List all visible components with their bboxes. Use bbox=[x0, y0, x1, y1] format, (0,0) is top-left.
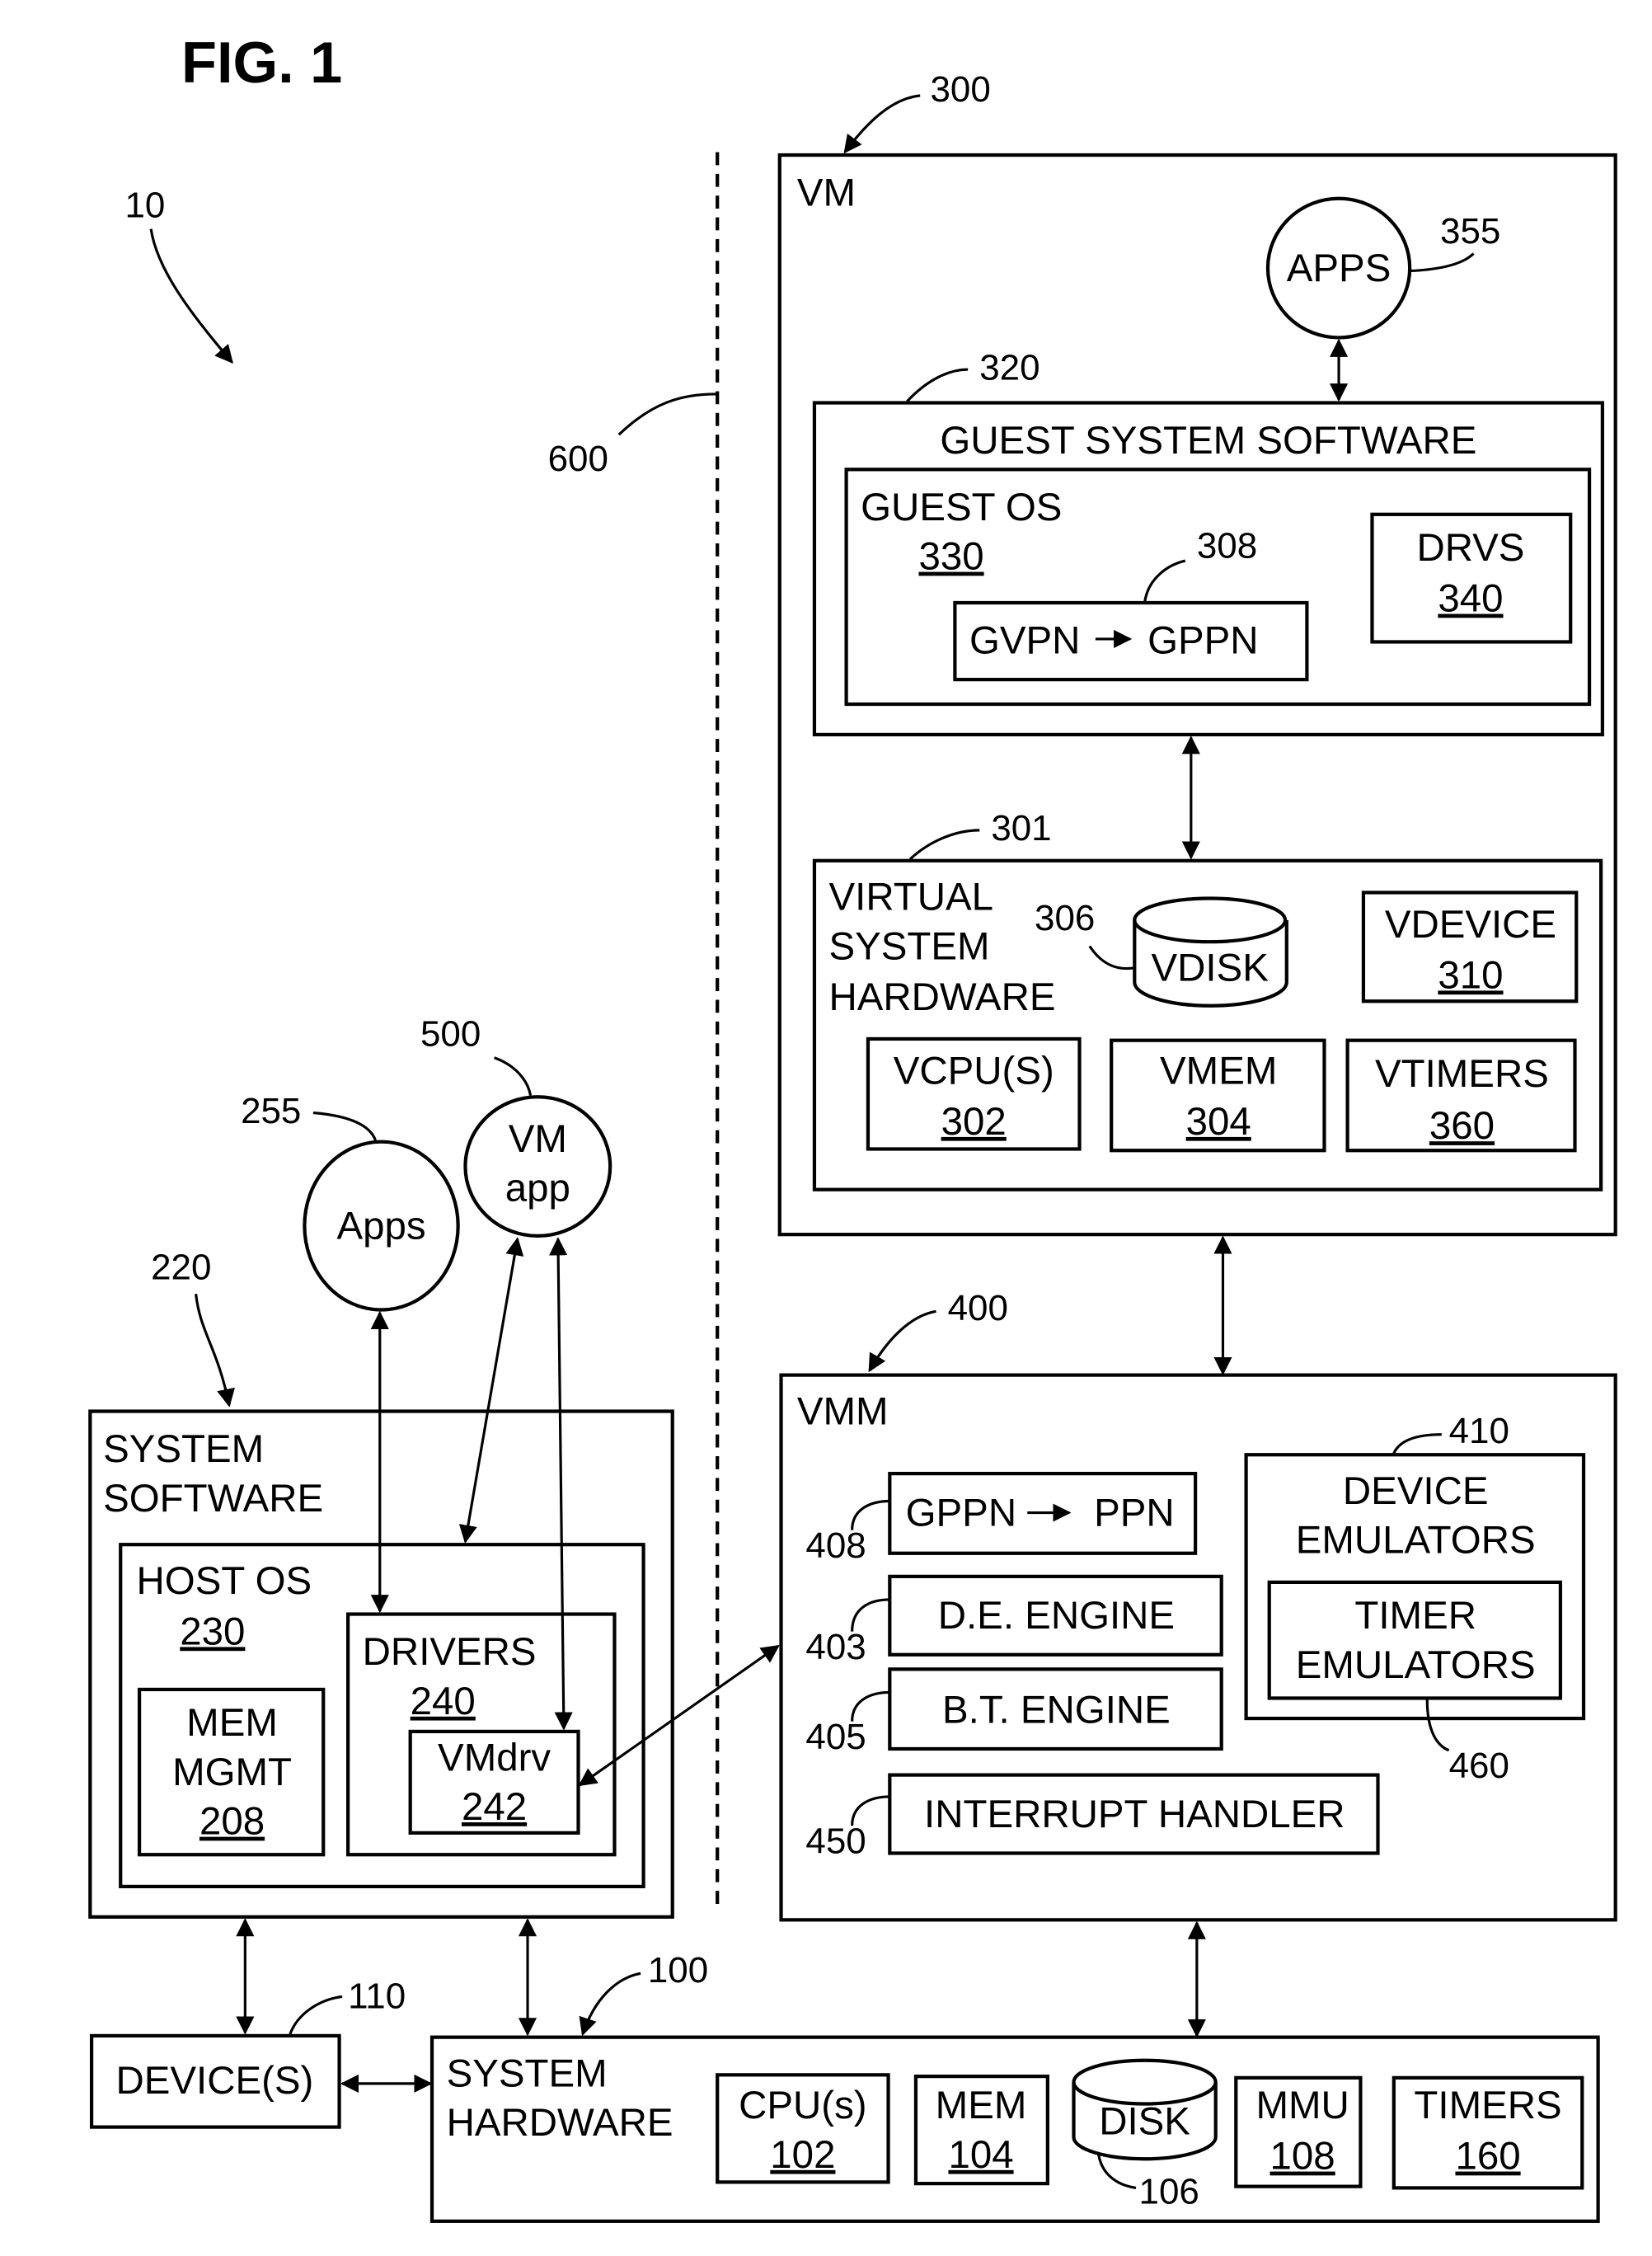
guest-apps-leader bbox=[1410, 252, 1475, 273]
drivers-num: 240 bbox=[411, 1680, 476, 1723]
host-apps-ref: 255 bbox=[241, 1091, 301, 1131]
guest-apps-ref: 355 bbox=[1440, 211, 1500, 251]
system-software-ref: 220 bbox=[151, 1248, 211, 1288]
timers-label: TIMERS bbox=[1414, 2084, 1561, 2127]
host-apps-label: Apps bbox=[336, 1204, 425, 1248]
drvs-label: DRVS bbox=[1416, 526, 1524, 570]
disk-label: DISK bbox=[1099, 2099, 1190, 2143]
timer-emulators-leader bbox=[1425, 1699, 1450, 1752]
hardware-ref: 100 bbox=[648, 1950, 708, 1990]
mmu-label: MMU bbox=[1255, 2084, 1349, 2127]
mem-label: MEM bbox=[936, 2084, 1027, 2127]
vtimers-label: VTIMERS bbox=[1375, 1052, 1549, 1096]
vm-label: VM bbox=[797, 172, 856, 215]
guest-os-label: GUEST OS bbox=[861, 486, 1062, 529]
interrupt-handler-label: INTERRUPT HANDLER bbox=[924, 1793, 1345, 1836]
vmm-gppn-label: GPPN bbox=[906, 1491, 1016, 1535]
vcpu-num: 302 bbox=[941, 1100, 1007, 1144]
vhw-label-2: SYSTEM bbox=[829, 924, 990, 968]
vdisk-ref: 306 bbox=[1035, 898, 1095, 938]
gss-ref: 320 bbox=[979, 347, 1040, 388]
vmm-label: VMM bbox=[797, 1389, 889, 1433]
vmapp-hostos-arrow bbox=[458, 1237, 524, 1544]
vm-app-label-2: app bbox=[505, 1167, 570, 1210]
de-engine-label: D.E. ENGINE bbox=[938, 1594, 1175, 1638]
mmu-num: 108 bbox=[1270, 2135, 1335, 2178]
system-software-label-2: SOFTWARE bbox=[103, 1477, 323, 1520]
system-software-label-1: SYSTEM bbox=[103, 1427, 264, 1471]
gss-leader bbox=[906, 368, 969, 402]
timer-emulators-label-1: TIMER bbox=[1354, 1594, 1476, 1638]
vm-app-label-1: VM bbox=[509, 1117, 567, 1161]
cpu-label: CPU(s) bbox=[739, 2084, 866, 2127]
vdevice-num: 310 bbox=[1438, 953, 1503, 997]
gvpn-label: GVPN bbox=[969, 619, 1080, 663]
gppn-label: GPPN bbox=[1147, 619, 1258, 663]
timer-emulators-ref: 460 bbox=[1449, 1746, 1509, 1786]
guest-apps-label: APPS bbox=[1287, 247, 1392, 290]
vmdrv-label: VMdrv bbox=[438, 1736, 551, 1779]
vmm-ref: 400 bbox=[948, 1288, 1008, 1328]
vtimers-num: 360 bbox=[1429, 1104, 1495, 1148]
mem-mgmt-label-1: MEM bbox=[186, 1701, 278, 1745]
device-emulators-ref: 410 bbox=[1449, 1411, 1509, 1451]
hardware-ref-arrow bbox=[579, 1972, 641, 2037]
drivers-label: DRIVERS bbox=[363, 1630, 537, 1674]
host-os-num: 230 bbox=[180, 1610, 245, 1653]
cpu-num: 102 bbox=[770, 2133, 835, 2177]
devices-ref: 110 bbox=[348, 1976, 406, 2017]
de-engine-ref: 403 bbox=[805, 1627, 866, 1667]
host-os-label: HOST OS bbox=[137, 1559, 312, 1603]
vhw-leader bbox=[908, 829, 980, 861]
vmm-ppn-label: PPN bbox=[1094, 1491, 1175, 1535]
hardware-label-1: SYSTEM bbox=[447, 2052, 608, 2095]
vmm-mapping-ref: 408 bbox=[805, 1525, 866, 1566]
host-apps-leader bbox=[312, 1111, 377, 1141]
mapping-308-leader bbox=[1143, 559, 1186, 604]
vmm-ref-arrow bbox=[868, 1309, 936, 1373]
timer-emulators-label-2: EMULATORS bbox=[1296, 1643, 1536, 1687]
device-emulators-label-1: DEVICE bbox=[1343, 1469, 1489, 1513]
vdisk-label: VDISK bbox=[1151, 947, 1269, 990]
vhw-label-3: HARDWARE bbox=[829, 975, 1056, 1019]
system-software-ref-arrow bbox=[195, 1294, 235, 1408]
hardware-label-2: HARDWARE bbox=[447, 2101, 673, 2145]
interrupt-handler-ref: 450 bbox=[805, 1821, 866, 1861]
divider-leader bbox=[617, 392, 716, 436]
mem-mgmt-label-2: MGMT bbox=[172, 1751, 292, 1794]
vhw-label-1: VIRTUAL bbox=[829, 876, 993, 919]
vhw-ref: 301 bbox=[991, 808, 1051, 848]
divider-ref-label: 600 bbox=[548, 439, 608, 479]
vmem-num: 304 bbox=[1186, 1100, 1251, 1144]
guest-os-num: 330 bbox=[918, 535, 983, 579]
bt-engine-label: B.T. ENGINE bbox=[942, 1688, 1171, 1732]
vdisk-leader bbox=[1088, 945, 1135, 971]
system-ref-label: 10 bbox=[125, 186, 166, 226]
drvs-num: 340 bbox=[1438, 577, 1503, 621]
mem-num: 104 bbox=[948, 2133, 1013, 2177]
device-emulators-leader bbox=[1392, 1433, 1442, 1455]
disk-ref: 106 bbox=[1139, 2172, 1199, 2212]
gss-label: GUEST SYSTEM SOFTWARE bbox=[940, 419, 1476, 463]
vcpu-label: VCPU(S) bbox=[894, 1049, 1054, 1093]
vmdrv-vmm-arrow bbox=[578, 1644, 780, 1787]
system-ref-arrow bbox=[149, 228, 233, 364]
vmapp-vmdrv-arrow bbox=[549, 1237, 573, 1731]
mapping-308-ref: 308 bbox=[1197, 526, 1257, 566]
devices-label: DEVICE(S) bbox=[116, 2059, 314, 2103]
mem-mgmt-num: 208 bbox=[199, 1800, 265, 1844]
vdevice-label: VDEVICE bbox=[1385, 903, 1556, 947]
device-emulators-label-2: EMULATORS bbox=[1296, 1519, 1536, 1563]
vmdrv-num: 242 bbox=[462, 1785, 527, 1829]
vmem-label: VMEM bbox=[1160, 1049, 1277, 1093]
devices-leader bbox=[289, 1995, 343, 2035]
vm-app-leader bbox=[494, 1056, 533, 1096]
figure-title: FIG. 1 bbox=[181, 30, 342, 95]
timers-num: 160 bbox=[1455, 2135, 1520, 2178]
vm-ref-arrow bbox=[843, 94, 921, 154]
vm-app-ref: 500 bbox=[420, 1014, 481, 1055]
bt-engine-ref: 405 bbox=[805, 1717, 866, 1757]
vm-ref-label: 300 bbox=[931, 69, 991, 110]
diagram: FIG. 1 10 600 300 VM APPS 355 320 GUEST … bbox=[88, 30, 1617, 2223]
